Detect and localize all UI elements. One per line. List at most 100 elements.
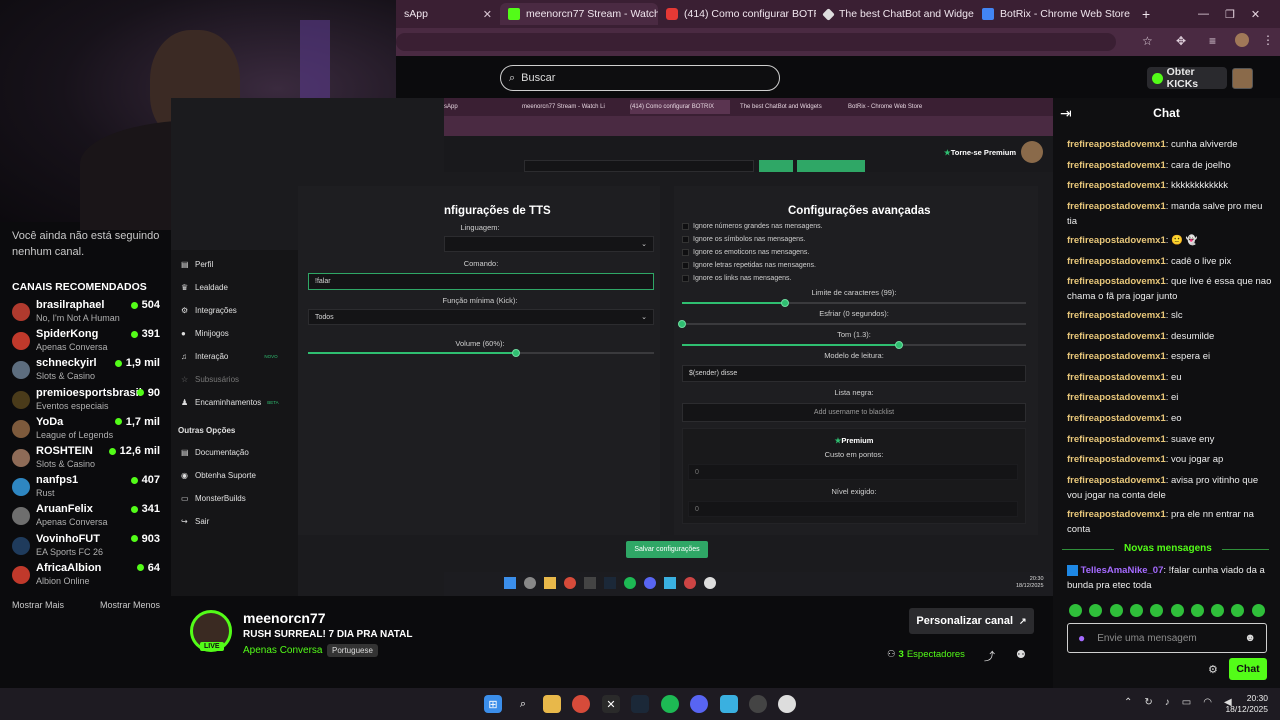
channel-name[interactable]: meenorcn77 — [243, 610, 325, 626]
show-more-link[interactable]: Mostrar Mais — [12, 600, 64, 610]
browser-tab-3[interactable]: (414) Como configurar BOTRIX✕ — [658, 3, 816, 25]
get-kicks-button[interactable]: Obter KICKs — [1147, 66, 1227, 90]
close-tab-icon[interactable]: ✕ — [483, 8, 492, 21]
logout-icon: ↪ — [181, 516, 188, 526]
display-icon[interactable]: ▭ — [1182, 697, 1191, 708]
chat-username[interactable]: frefireapostadovemx1 — [1067, 434, 1166, 445]
media-icon[interactable]: ≡ — [1209, 34, 1216, 48]
user-avatar[interactable] — [1232, 68, 1253, 89]
chat-username[interactable]: frefireapostadovemx1 — [1067, 413, 1166, 424]
show-less-link[interactable]: Mostrar Menos — [100, 600, 160, 610]
recommended-channel[interactable]: VovinhoFUT EA Sports FC 26 903 — [12, 533, 160, 561]
viewer-count: 1,7 mil — [114, 416, 160, 428]
search-bar[interactable]: ⌕ Buscar — [500, 65, 780, 91]
extensions-icon[interactable]: ✥ — [1176, 34, 1186, 48]
emote-icon[interactable] — [1211, 604, 1225, 617]
address-bar[interactable] — [396, 33, 1116, 51]
chat-username[interactable]: TellesAmaNike_07 — [1081, 565, 1164, 576]
chat-username[interactable]: frefireapostadovemx1 — [1067, 392, 1166, 403]
recommended-channel[interactable]: SpiderKong Apenas Conversa 391 — [12, 328, 160, 356]
viewer-count: 1,9 mil — [114, 357, 160, 369]
chat-username[interactable]: frefireapostadovemx1 — [1067, 276, 1166, 287]
obs-icon[interactable] — [778, 695, 796, 713]
spotify-icon[interactable] — [661, 695, 679, 713]
emote-icon[interactable] — [1109, 604, 1123, 617]
new-messages-label: Novas mensagens — [1114, 543, 1222, 554]
chat-input[interactable]: ● Envie uma mensagem ☻ — [1067, 623, 1267, 653]
follow-user-icon[interactable]: ⚉ — [1016, 648, 1026, 661]
captured-cooldown-slider — [678, 320, 1026, 328]
chat-settings-icon[interactable]: ⚙ — [1208, 663, 1218, 676]
captured-header-button-2 — [797, 160, 865, 172]
close-window-icon[interactable]: ✕ — [1251, 8, 1260, 21]
minimize-icon[interactable]: — — [1198, 8, 1209, 20]
emoji-icon[interactable]: ☻ — [1244, 632, 1256, 644]
browser-tab-1[interactable]: sApp ✕ — [396, 3, 500, 25]
recommended-channel[interactable]: nanfps1 Rust 407 — [12, 474, 160, 502]
chat-username[interactable]: frefireapostadovemx1 — [1067, 235, 1166, 246]
recommended-channel[interactable]: brasilraphael No, I'm Not A Human 504 — [12, 299, 160, 327]
captured-avatar — [1021, 141, 1043, 163]
recommended-channel[interactable]: ROSHTEIN Slots & Casino 12,6 mil — [12, 445, 160, 473]
chat-text: suave eny — [1171, 434, 1215, 445]
share-icon[interactable]: ⤴ — [984, 648, 995, 664]
chat-username[interactable]: frefireapostadovemx1 — [1067, 331, 1166, 342]
kick-app-icon[interactable]: ✕ — [602, 695, 620, 713]
sync-icon[interactable]: ↻ — [1144, 697, 1152, 708]
browser-tab-5[interactable]: BotRix - Chrome Web Store✕ — [974, 3, 1132, 25]
chrome-icon[interactable] — [572, 695, 590, 713]
chevron-up-icon[interactable]: ⌃ — [1124, 697, 1132, 708]
emote-icon[interactable] — [1170, 604, 1184, 617]
recommended-channel[interactable]: schneckyirl Slots & Casino 1,9 mil — [12, 357, 160, 385]
recommended-channel[interactable]: AruanFelix Apenas Conversa 341 — [12, 503, 160, 531]
customize-channel-button[interactable]: Personalizar canal ↗ — [909, 608, 1034, 634]
chat-username[interactable]: frefireapostadovemx1 — [1067, 180, 1166, 191]
app-icon[interactable] — [720, 695, 738, 713]
microphone-icon[interactable]: ● — [1078, 631, 1085, 645]
profile-avatar[interactable] — [1235, 33, 1249, 47]
captured-nav-item: ◉ Obtenha Suporte — [181, 470, 256, 480]
emote-icon[interactable] — [1069, 604, 1082, 617]
emote-icon[interactable] — [1190, 604, 1204, 617]
channel-category: Albion Online — [36, 575, 90, 586]
recommended-channel[interactable]: YoDa League of Legends 1,7 mil — [12, 416, 160, 444]
discord-icon[interactable] — [690, 695, 708, 713]
captured-language-select: ⌄ — [444, 236, 654, 252]
steam-icon[interactable] — [631, 695, 649, 713]
emote-icon[interactable] — [1129, 604, 1143, 617]
os-clock[interactable]: 20:30 18/12/2025 — [1224, 693, 1268, 715]
browser-tab-4[interactable]: The best ChatBot and Widgets✕ — [816, 3, 974, 25]
chat-username[interactable]: frefireapostadovemx1 — [1067, 256, 1166, 267]
chat-username[interactable]: frefireapostadovemx1 — [1067, 310, 1166, 321]
file-explorer-icon[interactable] — [543, 695, 561, 713]
new-tab-button[interactable]: + — [1134, 3, 1154, 25]
chat-username[interactable]: frefireapostadovemx1 — [1067, 201, 1166, 212]
app-icon[interactable] — [749, 695, 767, 713]
maximize-icon[interactable]: ❐ — [1225, 8, 1235, 21]
chat-username[interactable]: frefireapostadovemx1 — [1067, 509, 1166, 520]
recommended-channel[interactable]: AfricaAlbion Albion Online 64 — [12, 562, 160, 590]
recommended-channel[interactable]: premioesportsbrasil Eventos especiais 90 — [12, 387, 160, 415]
windows-start-icon[interactable]: ⊞ — [484, 695, 502, 713]
language-tag[interactable]: Portuguese — [327, 644, 378, 657]
captured-template-input: $(sender) disse — [682, 365, 1026, 382]
menu-dots-icon[interactable]: ⋮ — [1262, 33, 1274, 47]
new-badge: NOVO — [264, 354, 278, 359]
chat-username[interactable]: frefireapostadovemx1 — [1067, 160, 1166, 171]
wifi-icon[interactable]: ◠ — [1203, 697, 1212, 708]
stream-category[interactable]: Apenas Conversa — [243, 645, 323, 656]
search-icon[interactable]: ⌕ — [514, 695, 532, 713]
browser-tab-2[interactable]: meenorcn77 Stream - Watch Li✕ — [500, 3, 658, 25]
live-dot-icon — [130, 330, 138, 338]
bookmark-star-icon[interactable]: ☆ — [1142, 34, 1153, 48]
chat-username[interactable]: frefireapostadovemx1 — [1067, 372, 1166, 383]
microphone-icon[interactable]: ♪ — [1165, 697, 1170, 708]
chat-username[interactable]: frefireapostadovemx1 — [1067, 139, 1166, 150]
chat-username[interactable]: frefireapostadovemx1 — [1067, 351, 1166, 362]
chat-message: frefireapostadovemx1: eu — [1067, 372, 1182, 383]
chat-send-button[interactable]: Chat — [1229, 658, 1267, 680]
chat-username[interactable]: frefireapostadovemx1 — [1067, 475, 1166, 486]
chat-username[interactable]: frefireapostadovemx1 — [1067, 454, 1166, 465]
captured-command-input: !falar — [308, 273, 654, 290]
emote-icon[interactable] — [1251, 604, 1265, 617]
